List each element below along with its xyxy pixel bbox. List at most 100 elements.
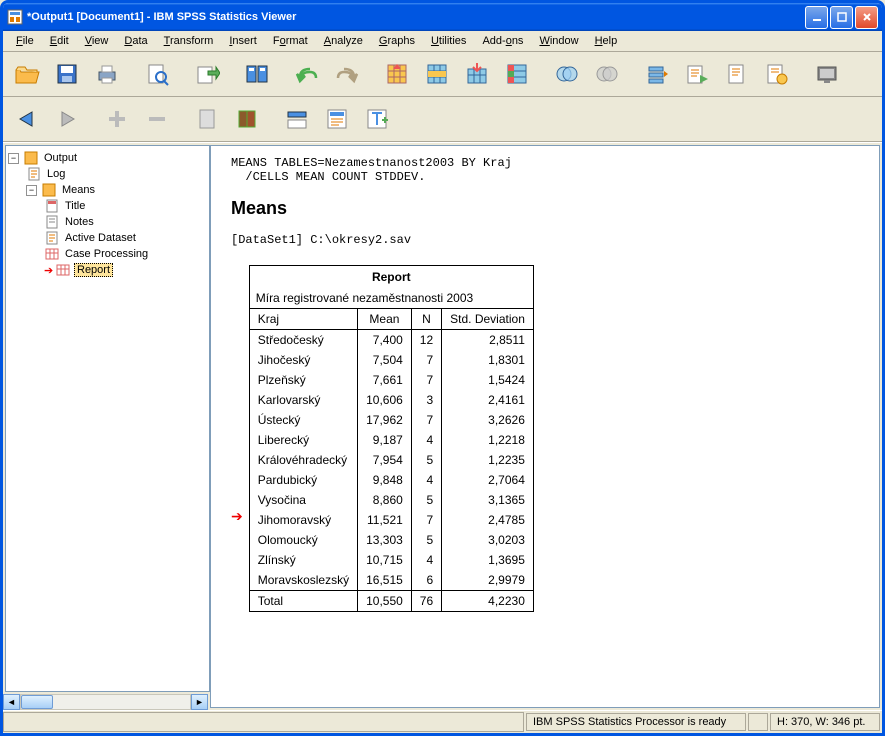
tree-collapse-icon[interactable]: − [26,185,37,196]
insert-text-icon[interactable] [359,101,395,137]
collapse-icon[interactable] [139,101,175,137]
output-viewer[interactable]: MEANS TABLES=Nezamestnanost2003 BY Kraj … [210,145,880,708]
table-icon [44,247,60,261]
table-row[interactable]: Pardubický9,84842,7064 [249,470,533,490]
menu-transform[interactable]: Transform [157,33,221,49]
hide-icon[interactable] [229,101,265,137]
print-icon[interactable] [89,56,125,92]
redo-icon[interactable] [329,56,365,92]
tree-node-means[interactable]: − Means [8,182,207,198]
scroll-thumb[interactable] [21,695,53,709]
close-button[interactable] [855,6,878,29]
outline-tree[interactable]: − Output Log − Means T [5,145,210,692]
menu-edit[interactable]: Edit [43,33,76,49]
menu-addons[interactable]: Add-ons [475,33,530,49]
table-row[interactable]: Karlovarský10,60632,4161 [249,390,533,410]
current-item-arrow-icon: ➔ [231,508,243,525]
status-empty [748,713,768,731]
means-heading[interactable]: Means [231,198,859,219]
table-row[interactable]: Jihočeský7,50471,8301 [249,350,533,370]
table-row[interactable]: Zlínský10,71541,3695 [249,550,533,570]
recall-dialog-icon[interactable] [239,56,275,92]
insert-heading-icon[interactable] [279,101,315,137]
table-row[interactable]: Ústecký17,96273,2626 [249,410,533,430]
show-icon[interactable] [189,101,225,137]
tree-node-log[interactable]: Log [8,166,207,182]
table-row[interactable]: Vysočina8,86053,1365 [249,490,533,510]
window-controls [805,6,878,29]
table-row[interactable]: Liberecký9,18741,2218 [249,430,533,450]
expand-icon[interactable] [99,101,135,137]
app-icon [7,9,23,25]
open-icon[interactable] [9,56,45,92]
table-row-total: Total 10,550 76 4,2230 [249,591,533,612]
tree-collapse-icon[interactable]: − [8,153,19,164]
scroll-left-icon[interactable]: ◄ [3,694,20,710]
tree-node-title[interactable]: Title [8,198,207,214]
menu-insert[interactable]: Insert [222,33,264,49]
content-area: − Output Log − Means T [3,142,882,710]
undo-icon[interactable] [289,56,325,92]
title-icon [44,199,60,213]
status-spacer [3,712,524,732]
goto-case-icon[interactable] [419,56,455,92]
dataset-line[interactable]: [DataSet1] C:\okresy2.sav [231,233,859,247]
report-table[interactable]: Report Míra registrované nezaměstnanosti… [249,265,534,612]
window-title: *Output1 [Document1] - IBM SPSS Statisti… [27,11,805,23]
table-row[interactable]: Olomoucký13,30353,0203 [249,530,533,550]
insert-title-icon[interactable] [319,101,355,137]
current-marker-icon: ➔ [44,264,54,277]
screen-icon[interactable] [809,56,845,92]
sets-disabled-icon[interactable] [589,56,625,92]
col-std: Std. Deviation [442,309,534,330]
designate-icon[interactable] [639,56,675,92]
table-row[interactable]: Jihomoravský11,52172,4785 [249,510,533,530]
status-dims: H: 370, W: 346 pt. [770,713,880,731]
goto-data-icon[interactable] [379,56,415,92]
toolbar-nav [3,97,882,142]
forward-icon[interactable] [49,101,85,137]
menu-window[interactable]: Window [532,33,585,49]
minimize-button[interactable] [805,6,828,29]
maximize-button[interactable] [830,6,853,29]
toolbar-main [3,52,882,97]
menu-data[interactable]: Data [117,33,154,49]
tree-pane-wrap: − Output Log − Means T [3,143,208,710]
table-row[interactable]: Středočeský7,400122,8511 [249,330,533,351]
tree-node-notes[interactable]: Notes [8,214,207,230]
menu-graphs[interactable]: Graphs [372,33,422,49]
table-row[interactable]: Moravskoslezský16,51562,9979 [249,570,533,591]
notes-icon [44,215,60,229]
menu-file[interactable]: File [9,33,41,49]
titlebar[interactable]: *Output1 [Document1] - IBM SPSS Statisti… [3,3,882,31]
run-icon[interactable] [679,56,715,92]
tree-node-case-processing[interactable]: Case Processing [8,246,207,262]
scroll-track[interactable] [20,694,191,710]
select-cases-icon[interactable] [499,56,535,92]
save-icon[interactable] [49,56,85,92]
variables-icon[interactable] [459,56,495,92]
output-icon [23,151,39,165]
tree-node-report[interactable]: ➔ Report [8,262,207,278]
tree-h-scrollbar[interactable]: ◄ ► [3,694,208,710]
script-icon[interactable] [719,56,755,92]
col-mean: Mean [358,309,412,330]
table-row[interactable]: Plzeňský7,66171,5424 [249,370,533,390]
print-preview-icon[interactable] [139,56,175,92]
tree-node-output[interactable]: − Output [8,150,207,166]
report-subtitle: Míra registrované nezaměstnanosti 2003 [249,288,533,309]
tree-node-active-dataset[interactable]: Active Dataset [8,230,207,246]
syntax-block[interactable]: MEANS TABLES=Nezamestnanost2003 BY Kraj … [231,156,859,184]
export-icon[interactable] [189,56,225,92]
table-row[interactable]: Královéhradecký7,95451,2235 [249,450,533,470]
menu-analyze[interactable]: Analyze [317,33,370,49]
sets-icon[interactable] [549,56,585,92]
menu-format[interactable]: Format [266,33,315,49]
script-run-icon[interactable] [759,56,795,92]
menu-utilities[interactable]: Utilities [424,33,473,49]
table-icon [55,263,71,277]
back-icon[interactable] [9,101,45,137]
scroll-right-icon[interactable]: ► [191,694,208,710]
menu-view[interactable]: View [78,33,116,49]
menu-help[interactable]: Help [588,33,625,49]
